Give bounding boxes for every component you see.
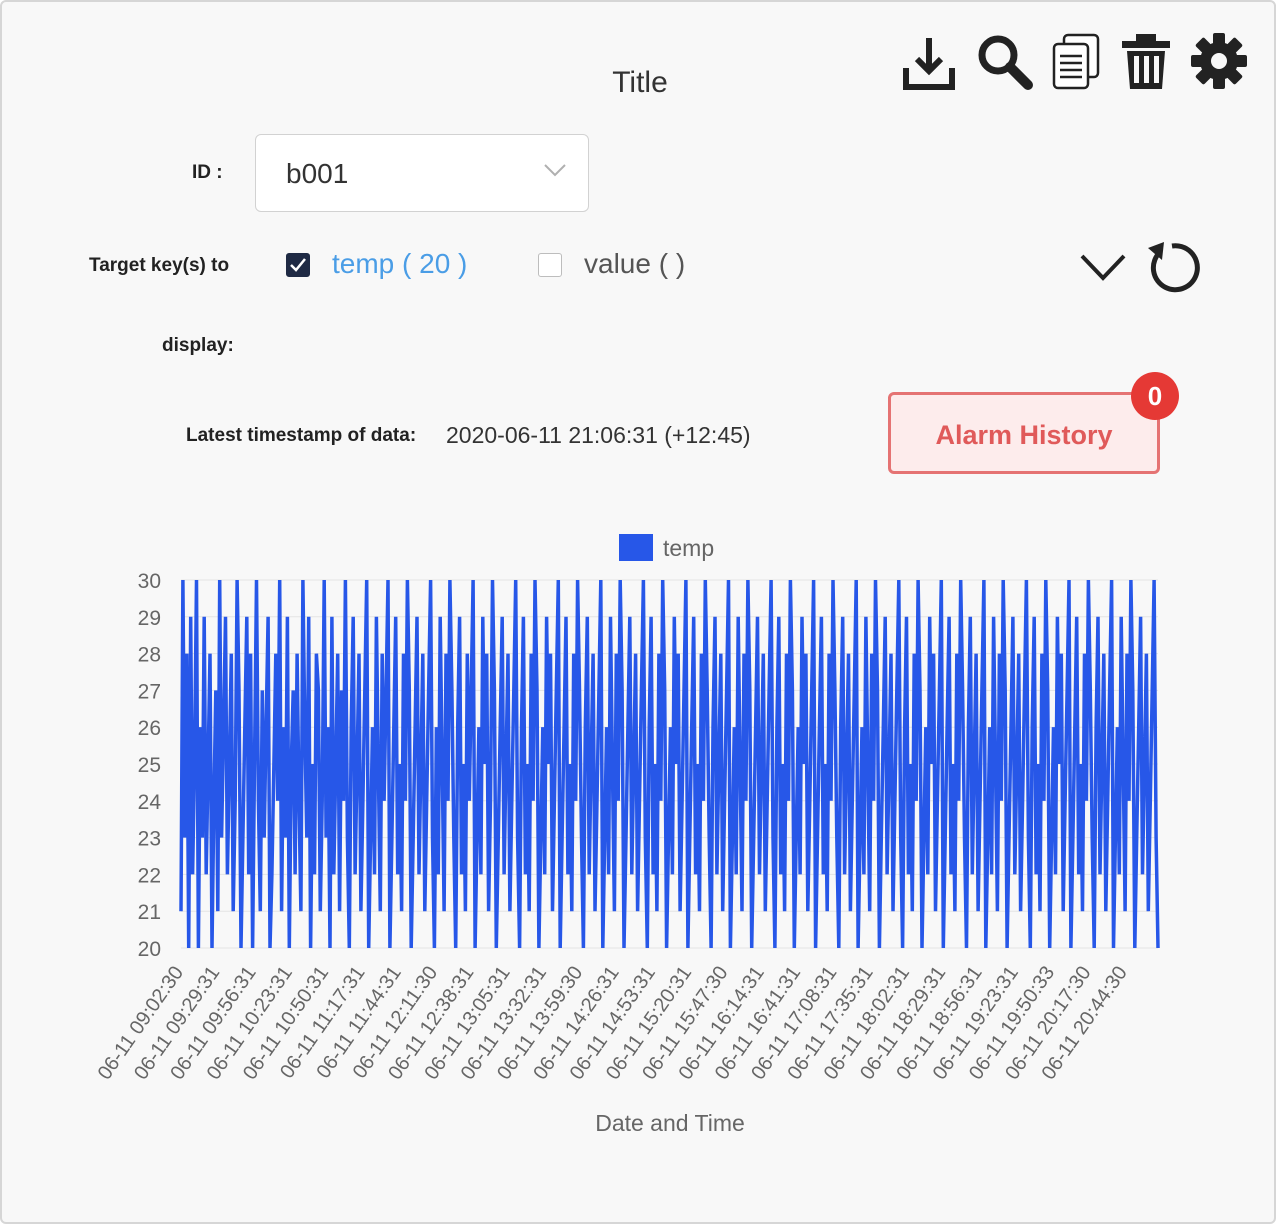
- y-tick-label: 27: [138, 680, 161, 703]
- gear-icon[interactable]: [1188, 32, 1250, 92]
- y-tick-label: 22: [138, 864, 161, 887]
- id-select[interactable]: b001: [255, 134, 589, 212]
- widget-title: Title: [612, 66, 668, 99]
- timestamp-label: Latest timestamp of data:: [186, 425, 417, 446]
- copy-icon[interactable]: [1046, 32, 1108, 92]
- value-key-label[interactable]: value ( ): [584, 248, 685, 280]
- timestamp-value: 2020-06-11 21:06:31 (+12:45): [446, 422, 751, 448]
- display-label: display:: [162, 335, 234, 356]
- search-icon[interactable]: [974, 32, 1036, 92]
- alarm-history-button[interactable]: Alarm History: [888, 392, 1160, 474]
- temp-checkbox[interactable]: [286, 253, 310, 277]
- series-line-temp: [179, 579, 1160, 949]
- y-tick-label: 26: [138, 717, 161, 740]
- refresh-icon[interactable]: [1142, 238, 1202, 301]
- y-tick-label: 21: [138, 901, 161, 924]
- alarm-count-badge: 0: [1131, 372, 1179, 420]
- y-tick-label: 25: [138, 754, 161, 777]
- chevron-down-icon: [544, 163, 566, 182]
- y-tick-label: 30: [138, 570, 161, 593]
- id-select-value: b001: [286, 158, 349, 189]
- trash-icon[interactable]: [1116, 32, 1178, 92]
- id-label: ID :: [192, 162, 223, 183]
- y-tick-label: 20: [138, 938, 161, 961]
- y-tick-label: 29: [138, 607, 161, 630]
- y-tick-label: 24: [138, 791, 162, 814]
- y-tick-label: 28: [138, 644, 161, 667]
- target-keys-label: Target key(s) to: [89, 255, 230, 276]
- download-icon[interactable]: [898, 32, 960, 92]
- value-checkbox[interactable]: [538, 253, 562, 277]
- check-icon: [290, 258, 306, 272]
- x-axis-title: Date and Time: [595, 1110, 745, 1136]
- temp-line-chart: 202122232425262728293006-11 09:02:3006-1…: [94, 570, 1160, 1084]
- alarm-history-label: Alarm History: [935, 420, 1113, 450]
- y-tick-label: 23: [138, 828, 161, 851]
- collapse-chevron-icon[interactable]: [1078, 250, 1128, 289]
- chart-widget: Title ID: b001 Target key(s) to display…: [0, 0, 1276, 1224]
- temp-key-label[interactable]: temp ( 20 ): [332, 248, 467, 280]
